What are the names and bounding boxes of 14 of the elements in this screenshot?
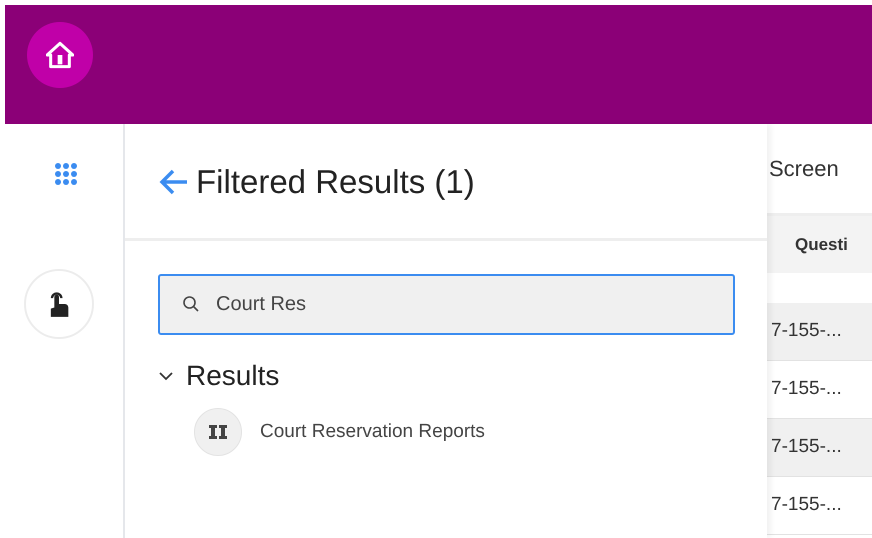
search-icon <box>182 295 200 313</box>
table-cell-text: 7-155-... <box>771 319 842 344</box>
panel-title: Filtered Results (1) <box>196 162 475 202</box>
column-header: Questi <box>795 234 848 256</box>
result-item[interactable]: Court Reservation Reports <box>194 407 735 457</box>
home-icon <box>46 41 74 69</box>
results-section-toggle[interactable]: Results <box>158 355 280 397</box>
report-icon <box>194 408 242 456</box>
grid-icon <box>55 163 77 185</box>
table-cell-text: 7-155-... <box>771 377 842 402</box>
table-cell-text: 7-155-... <box>771 493 842 518</box>
search-field[interactable]: Court Res <box>158 274 735 335</box>
table-cell-text: 7-155-... <box>771 435 842 460</box>
back-arrow-icon <box>159 169 189 195</box>
